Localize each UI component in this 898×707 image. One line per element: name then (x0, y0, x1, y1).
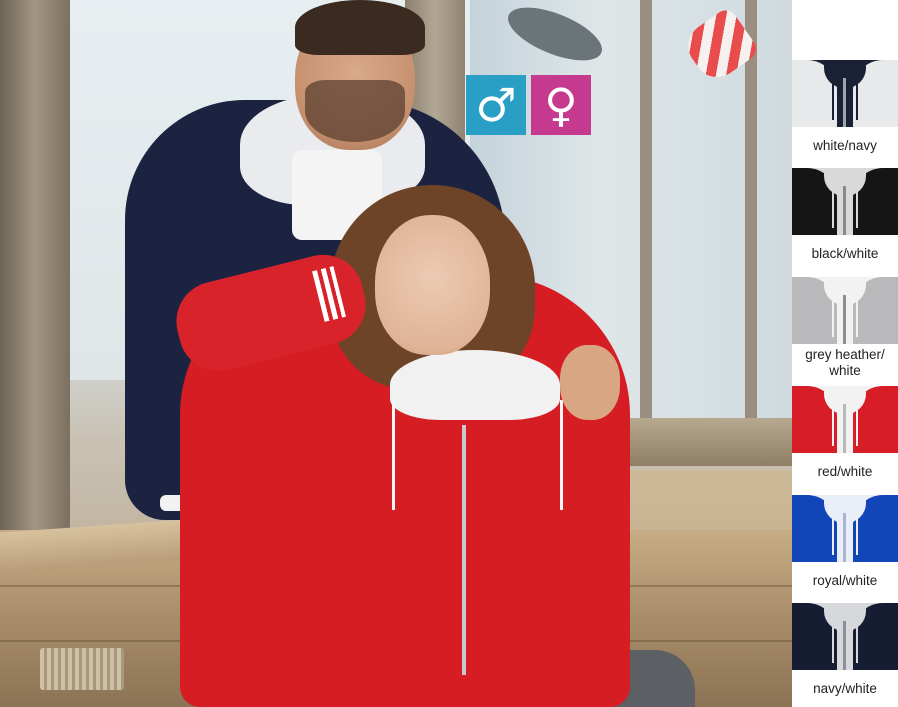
product-photo: ♂ ♀ (0, 0, 792, 707)
zipper (843, 621, 846, 670)
woman-face (375, 215, 490, 355)
swatch-label: white/navy (813, 138, 877, 153)
zipper (843, 78, 846, 127)
drawcord (832, 82, 834, 120)
man-beard (305, 80, 405, 142)
man-hand-on-shoulder (560, 345, 620, 420)
swatch-label: navy/white (813, 681, 877, 696)
swatch-red-white[interactable]: red/white (792, 386, 898, 480)
zipper (843, 295, 846, 344)
drawcord (832, 190, 834, 228)
zipper (843, 513, 846, 562)
color-swatch-list: white/navy black/white grey heather/ whi… (792, 0, 898, 707)
zipper (843, 186, 846, 235)
drawcord (856, 517, 858, 555)
zipper (462, 425, 466, 675)
vent-grille (40, 648, 124, 690)
drawcord (832, 408, 834, 446)
swatch-image (792, 495, 898, 562)
swatch-image (792, 60, 898, 127)
window-frame (640, 0, 652, 430)
swatch-royal-white[interactable]: royal/white (792, 495, 898, 589)
swatch-image (792, 168, 898, 235)
swatch-label: grey heather/ white (805, 347, 885, 378)
swatch-image (792, 386, 898, 453)
drawcord (856, 625, 858, 663)
man-hair (295, 0, 425, 55)
window-frame (745, 0, 757, 430)
drawcord (392, 400, 395, 510)
drawcord (856, 299, 858, 337)
drawcord (856, 408, 858, 446)
swatch-image (792, 603, 898, 670)
drawcord (832, 625, 834, 663)
drawcord (832, 299, 834, 337)
swatch-label: black/white (811, 246, 879, 261)
swatch-grey-heather-white[interactable]: grey heather/ white (792, 277, 898, 379)
drawcord (856, 190, 858, 228)
drawcord (560, 400, 563, 510)
swatch-label: red/white (817, 464, 873, 479)
drawcord (856, 82, 858, 120)
swatch-image (792, 277, 898, 344)
swatch-label: royal/white (812, 573, 878, 588)
zipper (843, 404, 846, 453)
swatch-black-white[interactable]: black/white (792, 168, 898, 262)
male-symbol-icon: ♂ (466, 75, 526, 135)
female-symbol-icon: ♀ (531, 75, 591, 135)
swatch-navy-white[interactable]: navy/white (792, 603, 898, 697)
swatch-white-navy[interactable]: white/navy (792, 60, 898, 154)
woman-hood-lining (390, 350, 560, 420)
wooden-post (0, 0, 70, 560)
drawcord (832, 517, 834, 555)
